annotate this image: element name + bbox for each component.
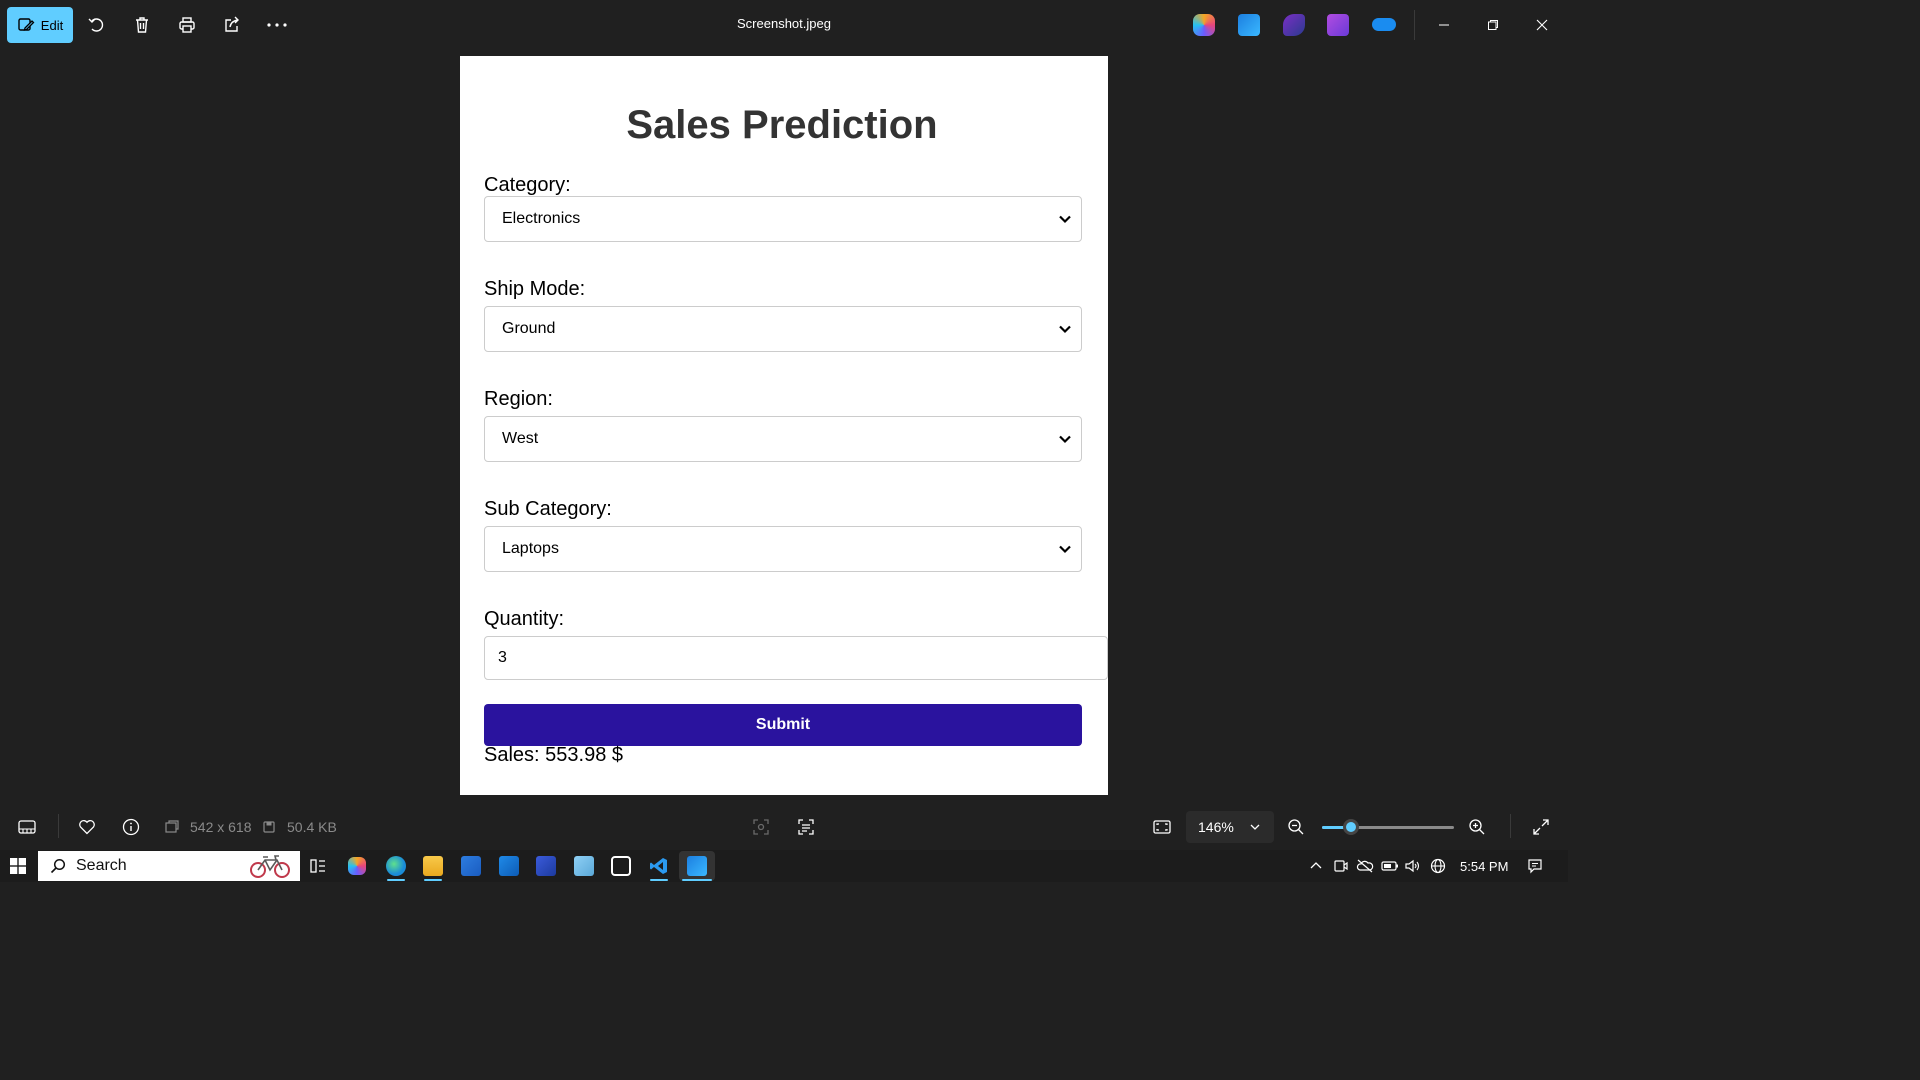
notes-icon[interactable] [574,856,594,876]
battery-icon[interactable] [1381,858,1398,874]
fit-to-window-icon[interactable] [1151,816,1173,838]
ship-mode-select[interactable]: Ground [484,306,1082,352]
task-view-icon[interactable] [308,856,328,876]
share-icon[interactable] [219,12,245,38]
titlebar-divider [1414,10,1415,40]
status-bar: 542 x 618 50.4 KB 146% [0,802,1568,850]
outlook-icon[interactable] [499,856,519,876]
dimensions-icon [161,816,183,838]
zoom-value: 146% [1198,819,1234,835]
running-indicator [387,879,405,881]
taskbar-search[interactable]: Search [38,851,300,881]
region-value: West [502,430,539,447]
running-indicator [682,879,712,881]
zoom-slider-thumb[interactable] [1343,819,1360,835]
favorite-icon[interactable] [76,816,98,838]
region-select[interactable]: West [484,416,1082,462]
extract-text-icon[interactable] [795,816,817,838]
ship-mode-label: Ship Mode: [484,278,586,300]
zoom-in-icon[interactable] [1466,816,1488,838]
chevron-down-icon [1059,545,1071,554]
displayed-image: Sales Prediction Category: Electronics S… [460,56,1108,795]
zoom-dropdown[interactable]: 146% [1186,811,1274,843]
edit-label: Edit [40,17,64,33]
visual-search-icon[interactable] [750,816,772,838]
rotate-icon[interactable] [84,12,110,38]
onedrive-offline-icon[interactable] [1356,858,1374,874]
chevron-down-icon [1059,435,1071,444]
print-icon[interactable] [174,12,200,38]
sub-category-select[interactable]: Laptops [484,526,1082,572]
photos-taskbar-icon[interactable] [687,856,707,876]
mail-icon[interactable] [536,856,556,876]
window-title: Screenshot.jpeg [737,16,831,31]
clock[interactable]: 5:54 PM [1460,859,1508,874]
restore-icon[interactable] [1480,12,1506,38]
quantity-input[interactable]: 3 [484,636,1108,680]
file-size-icon [258,816,280,838]
submit-button[interactable]: Submit [484,704,1082,746]
quantity-label: Quantity: [484,608,565,630]
sales-result: Sales: 553.98 $ [484,744,623,766]
status-divider [1510,814,1511,838]
copilot-icon[interactable] [1193,14,1215,36]
more-icon[interactable] [264,12,290,38]
file-size: 50.4 KB [287,819,337,835]
status-divider [58,814,59,838]
sub-category-value: Laptops [502,540,559,557]
minimize-icon[interactable] [1431,12,1457,38]
clipchamp-video-icon[interactable] [1327,14,1349,36]
meet-now-icon[interactable] [1333,858,1349,874]
image-dimensions: 542 x 618 [190,819,252,835]
running-indicator [650,879,668,881]
full-screen-icon[interactable] [1530,816,1552,838]
sub-category-label: Sub Category: [484,498,612,520]
taskbar: Search 5:54 PM [0,850,1568,882]
copilot-taskbar-icon[interactable] [348,857,366,875]
edit-image-icon [18,18,35,31]
vscode-icon[interactable] [649,856,669,876]
category-select[interactable]: Electronics [484,196,1082,242]
globe-icon[interactable] [1430,858,1446,874]
photos-icon[interactable] [1238,14,1260,36]
title-bar: Edit Screenshot.jpeg [0,0,1568,50]
filmstrip-icon[interactable] [16,816,38,838]
onedrive-icon[interactable] [1372,18,1396,31]
notifications-icon[interactable] [1527,858,1543,874]
category-value: Electronics [502,210,581,227]
edit-button[interactable]: Edit [7,7,73,43]
form-title: Sales Prediction [626,103,938,147]
quantity-value: 3 [498,649,507,666]
chevron-down-icon [1250,824,1260,830]
info-icon[interactable] [120,816,142,838]
search-placeholder: Search [76,857,127,874]
chevron-up-icon[interactable] [1308,858,1324,874]
close-icon[interactable] [1529,12,1555,38]
delete-icon[interactable] [129,12,155,38]
clipchamp-icon[interactable] [1283,14,1305,36]
file-explorer-icon[interactable] [423,856,443,876]
windows-start-icon[interactable] [10,858,26,874]
region-label: Region: [484,388,553,410]
edge-icon[interactable] [386,856,406,876]
terminal-icon[interactable] [611,856,631,876]
chevron-down-icon [1059,215,1071,224]
zoom-out-icon[interactable] [1285,816,1307,838]
bicycle-icon [250,855,290,878]
search-icon [50,858,66,874]
category-label: Category: [484,174,571,196]
chevron-down-icon [1059,325,1071,334]
running-indicator [424,879,442,881]
volume-muted-icon[interactable] [1404,858,1420,874]
microsoft-store-icon[interactable] [461,856,481,876]
ship-mode-value: Ground [502,320,556,337]
